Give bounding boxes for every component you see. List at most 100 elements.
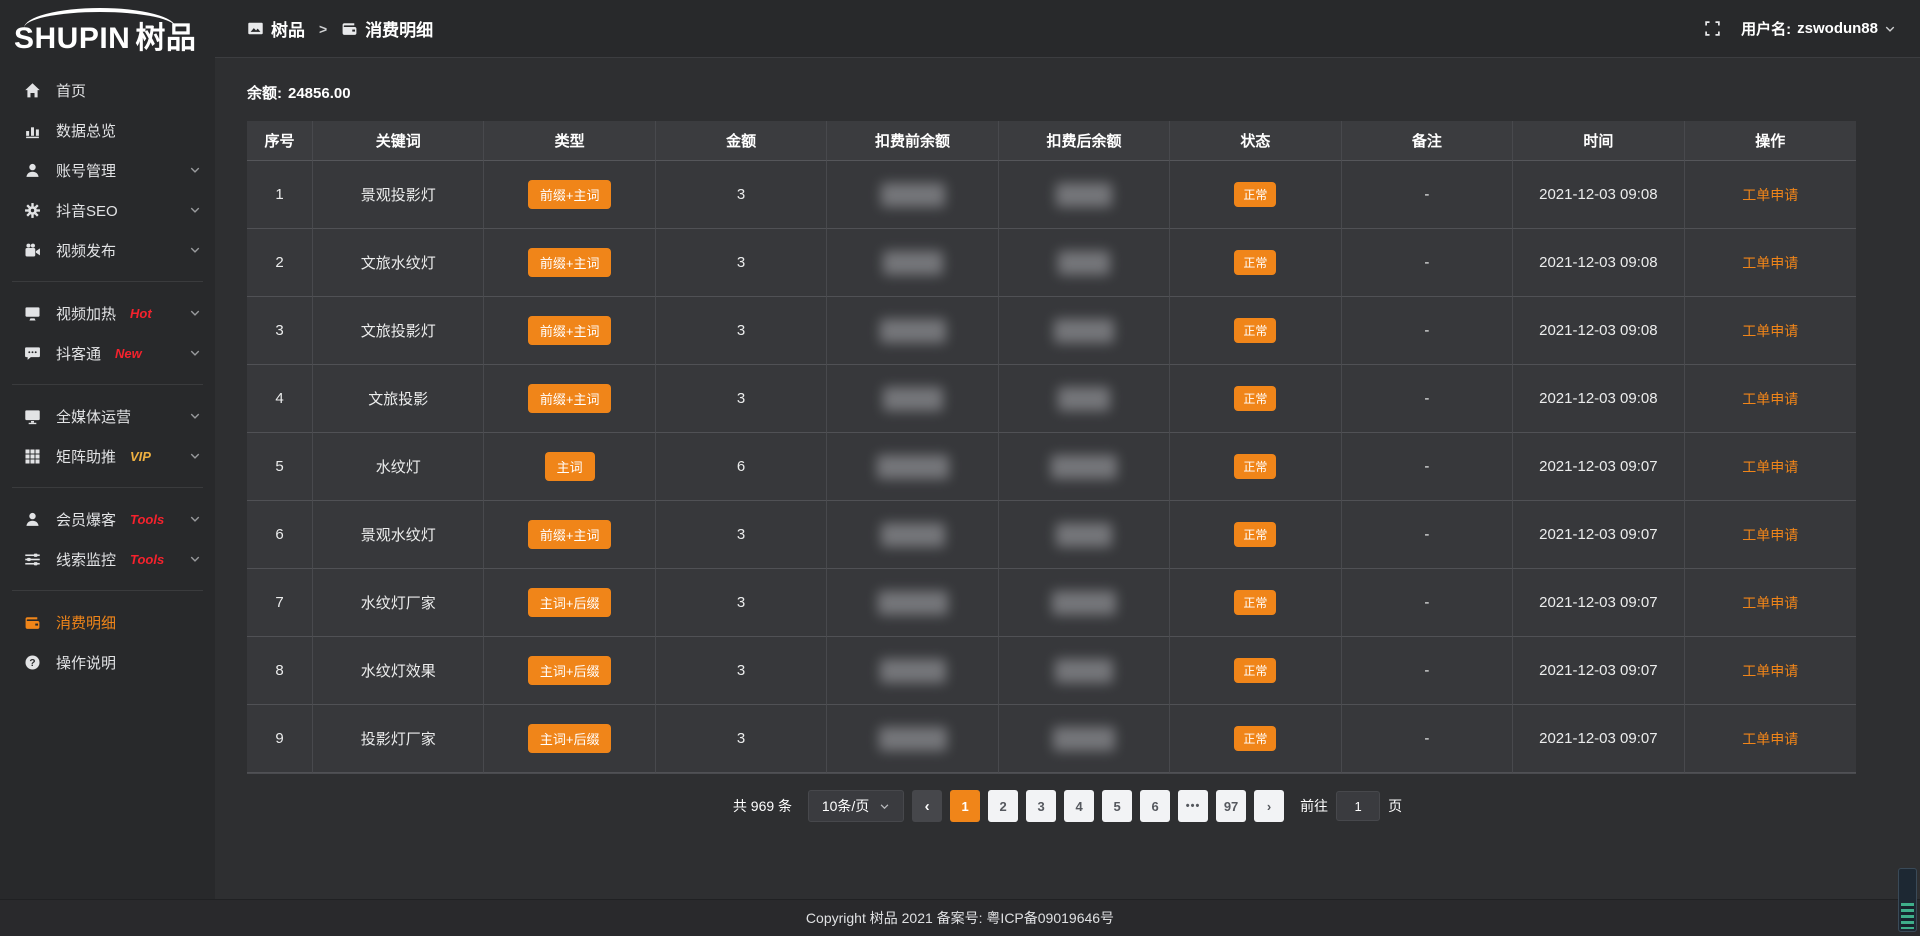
cell-type: 主词+后缀 [484,637,655,705]
cell-action: 工单申请 [1685,433,1856,501]
chevron-down-icon [189,164,201,176]
cell-status: 正常 [1170,297,1341,365]
sidebar-item-account-manage[interactable]: 账号管理 [0,150,215,190]
work-order-link[interactable]: 工单申请 [1742,389,1798,409]
sidebar-divider [12,590,203,591]
app-window-icon [247,20,264,37]
table-row: 2文旅水纹灯前缀+主词3正常-2021-12-03 09:08工单申请 [247,229,1856,297]
sidebar-item-matrix-boost[interactable]: 矩阵助推 VIP [0,436,215,476]
work-order-link[interactable]: 工单申请 [1742,729,1798,749]
sidebar-item-tag: VIP [130,449,151,464]
page-button-97[interactable]: 97 [1216,790,1246,822]
cell-amount: 3 [656,297,827,365]
page-button-6[interactable]: 6 [1140,790,1170,822]
work-order-link[interactable]: 工单申请 [1742,253,1798,273]
cell-pre-balance [827,229,998,297]
browser-widget[interactable] [1898,868,1917,932]
cell-keyword: 水纹灯厂家 [313,569,484,637]
work-order-link[interactable]: 工单申请 [1742,525,1798,545]
cell-amount: 3 [656,229,827,297]
redacted-balance [883,387,943,411]
table-row: 6景观水纹灯前缀+主词3正常-2021-12-03 09:07工单申请 [247,501,1856,569]
status-badge: 正常 [1234,454,1276,479]
page-button-1[interactable]: 1 [950,790,980,822]
work-order-link[interactable]: 工单申请 [1742,593,1798,613]
table-row: 7水纹灯厂家主词+后缀3正常-2021-12-03 09:07工单申请 [247,569,1856,637]
page-size-select[interactable]: 10条/页 [808,790,904,822]
type-badge: 前缀+主词 [528,520,612,549]
logo-text-cn: 树品 [135,22,196,55]
sidebar-item-douketong[interactable]: 抖客通New [0,333,215,373]
cell-time: 2021-12-03 09:08 [1513,229,1684,297]
cell-status: 正常 [1170,637,1341,705]
user-dropdown[interactable]: 用户名: zswodun88 [1741,18,1896,39]
cell-action: 工单申请 [1685,637,1856,705]
column-header: 金额 [656,121,827,161]
sidebar-item-home[interactable]: 首页 [0,70,215,110]
breadcrumb-item-consume-detail[interactable]: 消费明细 [365,16,433,41]
cell-action: 工单申请 [1685,297,1856,365]
chevron-down-icon [189,450,201,462]
total-count: 共 969 条 [733,796,792,816]
cell-keyword: 文旅投影灯 [313,297,484,365]
logo-text: SHUPIN树品 [14,24,201,54]
sidebar-item-label: 矩阵助推 [56,446,116,467]
screen-icon [24,305,41,322]
sidebar-item-all-media[interactable]: 全媒体运营 [0,396,215,436]
sidebar-item-video-publish[interactable]: 视频发布 [0,230,215,270]
column-header: 备注 [1342,121,1513,161]
home-icon [24,82,41,99]
breadcrumb-item-shupin[interactable]: 树品 [271,16,305,41]
sidebar-item-member-burst[interactable]: 会员爆客Tools [0,499,215,539]
redacted-balance [880,659,946,683]
chevron-down-icon [189,307,201,319]
cell-post-balance [999,569,1170,637]
redacted-balance [881,523,945,547]
cell-time: 2021-12-03 09:07 [1513,501,1684,569]
cell-remark: - [1342,637,1513,705]
cell-post-balance [999,365,1170,433]
work-order-link[interactable]: 工单申请 [1742,661,1798,681]
cell-no: 4 [247,365,313,433]
cell-time: 2021-12-03 09:07 [1513,569,1684,637]
logo: SHUPIN树品 [0,0,215,64]
column-header: 序号 [247,121,313,161]
page-button-4[interactable]: 4 [1064,790,1094,822]
more-pages-button[interactable]: ••• [1178,790,1208,822]
redacted-balance [1058,251,1110,275]
cell-remark: - [1342,161,1513,229]
work-order-link[interactable]: 工单申请 [1742,457,1798,477]
page-button-5[interactable]: 5 [1102,790,1132,822]
status-badge: 正常 [1234,590,1276,615]
cell-amount: 3 [656,637,827,705]
sidebar-item-data-overview[interactable]: 数据总览 [0,110,215,150]
cell-remark: - [1342,705,1513,773]
balance-value: 24856.00 [288,85,351,102]
redacted-balance [880,319,946,343]
next-page-button[interactable]: › [1254,790,1284,822]
cell-pre-balance [827,637,998,705]
cell-time: 2021-12-03 09:07 [1513,433,1684,501]
cell-keyword: 水纹灯 [313,433,484,501]
goto-page-input[interactable]: 1 [1336,791,1380,821]
type-badge: 主词+后缀 [528,656,612,685]
sidebar-item-consume-detail[interactable]: 消费明细 [0,602,215,642]
redacted-balance [1056,183,1112,207]
fullscreen-icon[interactable] [1704,20,1721,37]
sidebar-item-clue-monitor[interactable]: 线索监控Tools [0,539,215,579]
status-badge: 正常 [1234,658,1276,683]
sidebar-item-douyin-seo[interactable]: 抖音SEO [0,190,215,230]
widget-stripes-icon [1901,903,1914,929]
work-order-link[interactable]: 工单申请 [1742,185,1798,205]
cell-action: 工单申请 [1685,365,1856,433]
table-row: 3文旅投影灯前缀+主词3正常-2021-12-03 09:08工单申请 [247,297,1856,365]
cell-post-balance [999,297,1170,365]
redacted-balance [878,591,948,615]
work-order-link[interactable]: 工单申请 [1742,321,1798,341]
page-button-2[interactable]: 2 [988,790,1018,822]
page-button-3[interactable]: 3 [1026,790,1056,822]
sidebar-item-instructions[interactable]: ?操作说明 [0,642,215,682]
redacted-balance [1055,659,1113,683]
prev-page-button[interactable]: ‹ [912,790,942,822]
sidebar-item-video-heating[interactable]: 视频加热Hot [0,293,215,333]
